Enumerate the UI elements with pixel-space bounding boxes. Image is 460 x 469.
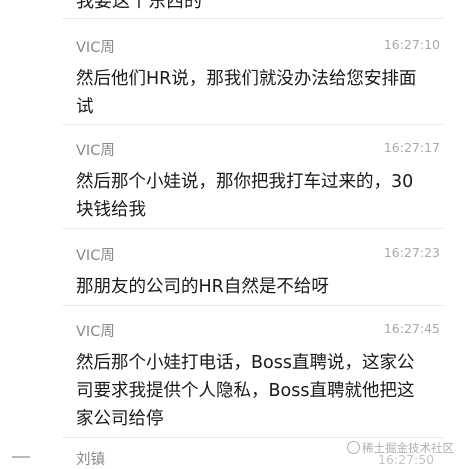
message-divider xyxy=(62,18,444,19)
message-item[interactable]: VIC周 16:27:17 然后那个小娃说，那你把我打车过来的，30块钱给我 xyxy=(76,139,444,224)
message-sender: VIC周 xyxy=(76,143,115,159)
bottom-edge-mark xyxy=(12,456,30,458)
watermark-logo-icon xyxy=(347,441,360,454)
message-time: 16:27:45 xyxy=(383,321,440,336)
partial-message-text: 我要这个东西的 xyxy=(76,0,202,12)
watermark-text: 稀土掘金技术社区 xyxy=(362,441,454,455)
message-text: 那朋友的公司的HR自然是不给呀 xyxy=(76,277,329,297)
message-time: 16:27:23 xyxy=(383,245,440,260)
watermark: 稀土掘金技术社区 xyxy=(347,440,454,456)
message-divider xyxy=(62,305,444,306)
chat-message-list: 我要这个东西的 VIC周 16:27:10 然后他们HR说，那我们就没办法给您安… xyxy=(0,0,460,468)
message-item[interactable]: VIC周 16:27:10 然后他们HR说，那我们就没办法给您安排面试 xyxy=(76,36,444,121)
message-text: 然后他们HR说，那我们就没办法给您安排面试 xyxy=(76,69,417,117)
message-divider xyxy=(62,124,444,125)
message-item[interactable]: VIC周 16:27:23 那朋友的公司的HR自然是不给呀 xyxy=(76,244,444,301)
message-sender: VIC周 xyxy=(76,324,115,340)
next-message-sender: 刘镇 xyxy=(76,452,105,468)
message-divider xyxy=(62,228,444,229)
message-time: 16:27:10 xyxy=(383,37,440,52)
message-divider xyxy=(62,437,444,438)
message-text: 然后那个小娃打电话，Boss直聘说，这家公司要求我提供个人隐私，Boss直聘就他… xyxy=(76,353,415,429)
message-time: 16:27:17 xyxy=(383,140,440,155)
message-sender: VIC周 xyxy=(76,40,115,56)
message-sender: VIC周 xyxy=(76,248,115,264)
message-text: 然后那个小娃说，那你把我打车过来的，30块钱给我 xyxy=(76,172,414,220)
message-item[interactable]: VIC周 16:27:45 然后那个小娃打电话，Boss直聘说，这家公司要求我提… xyxy=(76,320,444,433)
